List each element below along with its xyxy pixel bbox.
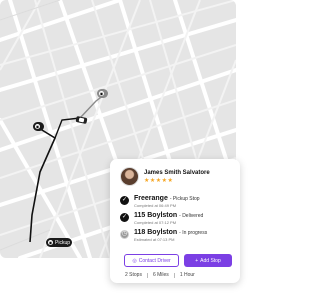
check-icon: ✓: [120, 196, 129, 205]
duration: 1 Hour: [179, 272, 195, 278]
stop-time: Estimated at 07:13 PM: [134, 237, 175, 242]
stop-time: Completed at 06:49 PM: [134, 203, 177, 208]
camera-icon: ◉: [35, 124, 40, 129]
stop-item[interactable]: ✓ 115 Boylston - Delivered Completed at …: [120, 212, 207, 229]
pickup-icon: ◉: [48, 240, 53, 245]
stop-item[interactable]: ◷ 118 Boylston - In progress Estimated a…: [120, 229, 207, 246]
stop-time: Completed at 07:12 PM: [134, 220, 177, 225]
avatar: [120, 167, 139, 186]
stops-count: 2 Stops: [125, 272, 142, 278]
add-stop-button[interactable]: + Add Stop: [184, 254, 232, 267]
map-pin-next[interactable]: ◉: [97, 89, 108, 98]
driver-info: James Smith Salvatore ★★★★★: [120, 167, 210, 186]
contact-driver-button[interactable]: ◎ Contact Driver: [124, 254, 179, 267]
stop-status: - Delivered: [179, 213, 204, 219]
check-icon: ✓: [120, 213, 129, 222]
distance: 6 Miles: [152, 272, 169, 278]
map-pin-pickup[interactable]: ◉ Pickup: [46, 238, 73, 247]
message-icon: ◎: [132, 257, 137, 264]
stop-item[interactable]: ✓ Freerange - Pickup Stop Completed at 0…: [120, 195, 207, 212]
stop-name: 118 Boylston: [134, 229, 178, 236]
stop-status: - Pickup Stop: [169, 196, 200, 202]
contact-driver-label: Contact Driver: [138, 257, 171, 264]
plus-icon: +: [195, 257, 199, 264]
divider: [173, 272, 175, 278]
stop-status: - In progress: [179, 230, 208, 236]
camera-icon: ◉: [99, 91, 104, 96]
stop-list: ✓ Freerange - Pickup Stop Completed at 0…: [120, 195, 207, 246]
trip-card: James Smith Salvatore ★★★★★ ✓ Freerange …: [110, 159, 240, 283]
map-pin-label: Pickup: [55, 239, 71, 246]
rating-stars: ★★★★★: [144, 177, 174, 184]
clock-icon: ◷: [120, 230, 129, 239]
stop-name: 115 Boylston: [134, 212, 178, 219]
trip-summary: 2 Stops 6 Miles 1 Hour: [125, 272, 195, 278]
driver-name: James Smith Salvatore: [144, 169, 210, 176]
stop-name: Freerange: [134, 195, 168, 202]
divider: [146, 272, 148, 278]
add-stop-label: Add Stop: [200, 257, 221, 264]
map-pin-stop[interactable]: ◉: [33, 122, 44, 131]
